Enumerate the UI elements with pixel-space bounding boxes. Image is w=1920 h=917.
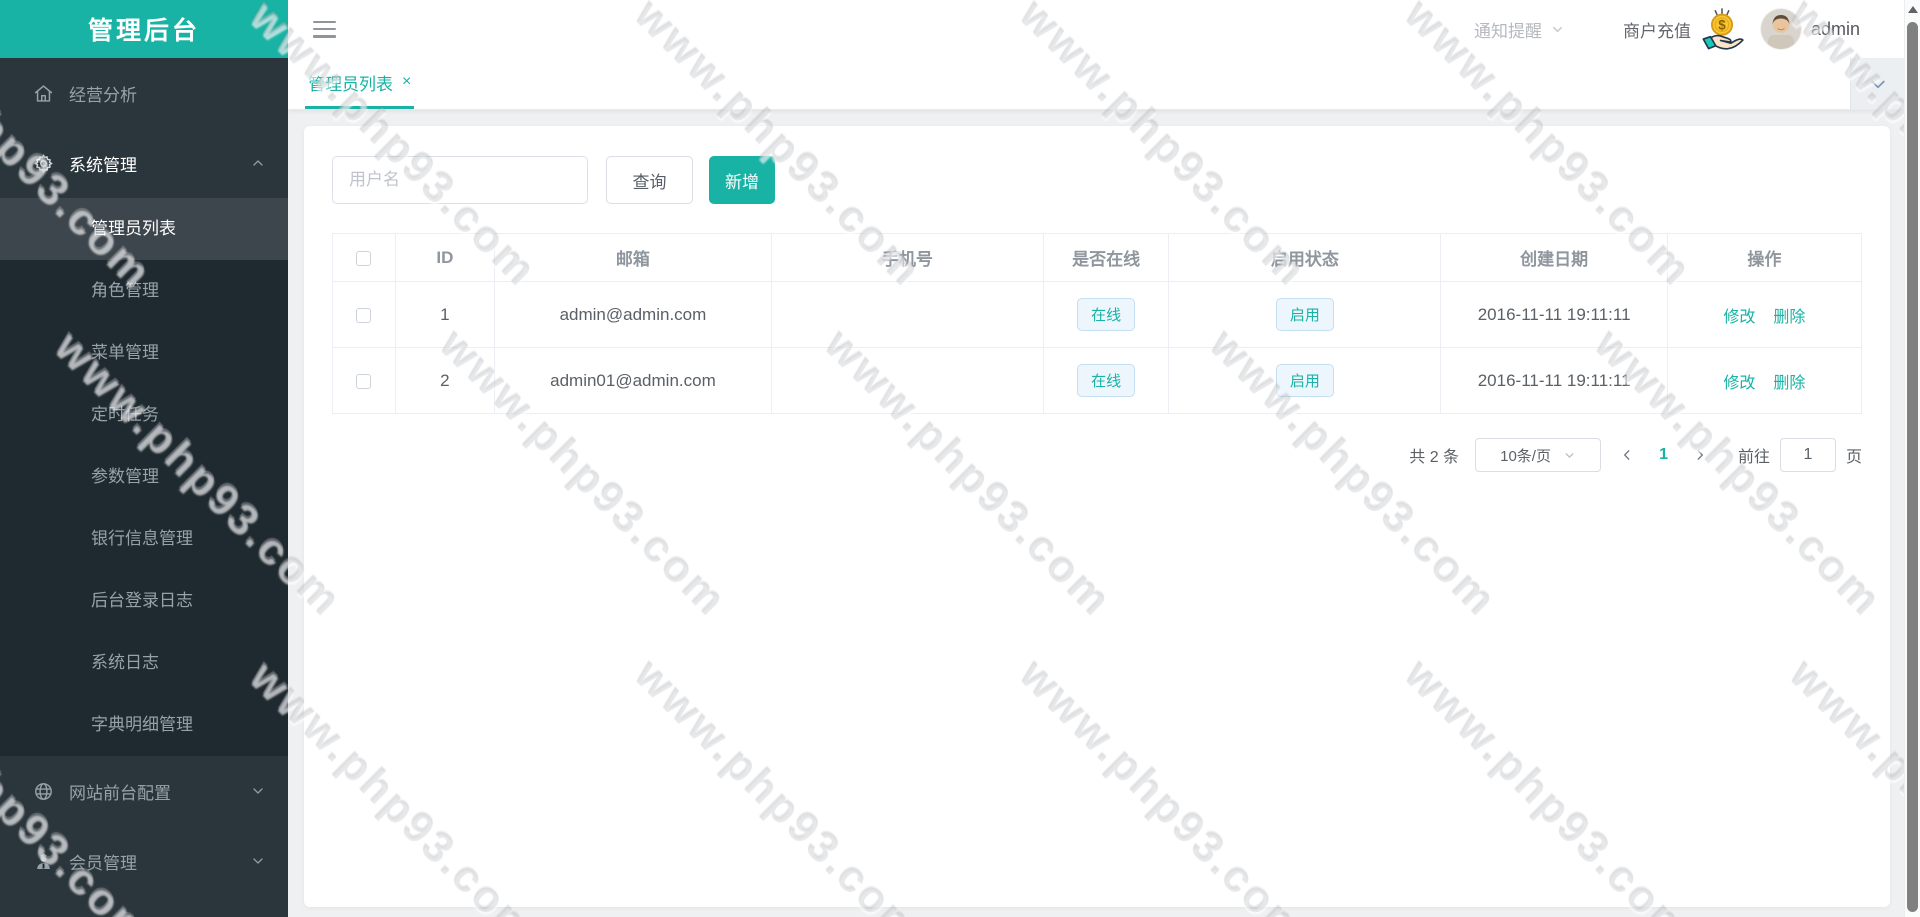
member-icon — [33, 851, 54, 872]
tab-collapse-button[interactable] — [1850, 58, 1904, 109]
page-size-select[interactable]: 10条/页 — [1475, 438, 1602, 472]
username-search-input[interactable] — [332, 156, 588, 204]
delete-link[interactable]: 删除 — [1773, 375, 1805, 392]
cell-phone — [771, 281, 1044, 348]
sidebar-subitem-1[interactable]: 管理员列表 — [0, 198, 288, 260]
chevron-down-icon — [250, 853, 266, 869]
select-all-checkbox[interactable] — [356, 250, 372, 266]
page-size-label: 10条/页 — [1500, 447, 1551, 465]
total-count-label: 共 2 条 — [1409, 449, 1460, 466]
main-area: 通知提醒 商户充值 $ admin 管理员列表 × 用户名 查询 新增 ID 邮… — [288, 0, 1904, 917]
status-badge: 启用 — [1275, 298, 1334, 331]
current-page-button[interactable]: 1 — [1647, 446, 1680, 464]
cell-created: 2016-11-11 19:11:11 — [1440, 281, 1668, 348]
goto-label: 前往 — [1737, 449, 1770, 466]
header-created: 创建日期 — [1440, 233, 1668, 282]
sidebar-subitem-9[interactable]: 字典明细管理 — [0, 694, 288, 756]
cell-created: 2016-11-11 19:11:11 — [1440, 347, 1668, 414]
sidebar-item-system-management[interactable]: 系统管理 — [0, 128, 288, 198]
scroll-up-arrow-icon[interactable] — [1908, 6, 1918, 13]
status-badge: 启用 — [1275, 364, 1334, 397]
cell-id: 2 — [395, 347, 496, 414]
scrollbar[interactable] — [1904, 0, 1920, 917]
table-row: 2 admin01@admin.com 在线 启用 2016-11-11 19:11:1… — [332, 347, 1863, 414]
edit-link[interactable]: 修改 — [1723, 375, 1755, 392]
header-online: 是否在线 — [1043, 233, 1170, 282]
avatar[interactable] — [1760, 9, 1801, 49]
tab-bar: 管理员列表 × — [288, 58, 1904, 110]
chevron-down-icon — [1550, 22, 1565, 37]
sidebar-item-label: 会员管理 — [69, 853, 137, 873]
chevron-down-icon — [250, 783, 266, 799]
gear-icon — [33, 153, 54, 174]
prev-page-icon[interactable] — [1607, 448, 1647, 462]
table-row: 1 admin@admin.com 在线 启用 2016-11-11 19:11:11 修… — [332, 281, 1863, 348]
add-button[interactable]: 新增 — [709, 156, 775, 204]
sidebar-item-business-analysis[interactable]: 经营分析 — [0, 58, 288, 128]
home-icon — [33, 83, 54, 104]
admin-list-card: 查询 新增 ID 邮箱 手机号 是否在线 启用状态 创建日期 — [304, 126, 1890, 907]
cell-phone — [771, 347, 1044, 414]
sidebar-item-member-management[interactable]: 会员管理 — [0, 826, 288, 896]
sidebar-item-website-config[interactable]: 网站前台配置 — [0, 756, 288, 826]
header-id: ID — [395, 233, 496, 282]
tab-label: 管理员列表 — [308, 74, 393, 94]
app-title: 管理后台 — [0, 0, 288, 58]
tab-admin-list[interactable]: 管理员列表 × — [305, 58, 415, 109]
admin-table: ID 邮箱 手机号 是否在线 启用状态 创建日期 操作 1 admin@admin… — [332, 233, 1863, 414]
sidebar-item-label: 系统管理 — [69, 155, 137, 175]
sidebar-item-label: 经营分析 — [69, 85, 137, 105]
online-badge: 在线 — [1077, 298, 1136, 331]
row-checkbox[interactable] — [356, 307, 372, 323]
query-button[interactable]: 查询 — [606, 156, 693, 204]
sidebar-submenu: 管理员列表 角色管理 菜单管理 定时任务 参数管理 银行信息管理 后台登录日志 系统日志 字典明… — [0, 198, 288, 756]
sidebar-subitem-3[interactable]: 菜单管理 — [0, 322, 288, 384]
table-header-row: ID 邮箱 手机号 是否在线 启用状态 创建日期 操作 — [332, 233, 1863, 282]
next-page-icon[interactable] — [1680, 448, 1720, 462]
scrollbar-thumb[interactable] — [1907, 22, 1918, 912]
sidebar-subitem-6[interactable]: 银行信息管理 — [0, 508, 288, 570]
globe-icon — [33, 781, 54, 802]
page-unit-label: 页 — [1845, 449, 1862, 466]
top-navbar: 通知提醒 商户充值 $ admin — [288, 0, 1904, 58]
goto-page-input[interactable] — [1779, 438, 1836, 472]
search-toolbar: 查询 新增 — [332, 156, 1862, 204]
sidebar-toggle-icon[interactable] — [313, 20, 336, 38]
header-email: 邮箱 — [494, 233, 772, 282]
cell-id: 1 — [395, 281, 496, 348]
delete-link[interactable]: 删除 — [1773, 309, 1805, 326]
close-icon[interactable]: × — [402, 74, 411, 90]
header-actions: 操作 — [1667, 233, 1863, 282]
sidebar-subitem-8[interactable]: 系统日志 — [0, 632, 288, 694]
notifications-label: 通知提醒 — [1473, 21, 1542, 41]
chevron-up-icon — [250, 155, 266, 171]
row-checkbox[interactable] — [356, 373, 372, 389]
online-badge: 在线 — [1077, 364, 1136, 397]
username-label[interactable]: admin — [1811, 19, 1860, 40]
notifications-dropdown[interactable]: 通知提醒 — [1474, 17, 1565, 42]
cell-email: admin01@admin.com — [494, 347, 772, 414]
coin-in-hand-icon: $ — [1702, 8, 1744, 50]
sidebar-subitem-7[interactable]: 后台登录日志 — [0, 570, 288, 632]
header-phone: 手机号 — [771, 233, 1044, 282]
svg-text:$: $ — [1718, 18, 1726, 33]
sidebar-subitem-2[interactable]: 角色管理 — [0, 260, 288, 322]
chevron-down-icon — [1563, 449, 1576, 462]
sidebar-subitem-4[interactable]: 定时任务 — [0, 384, 288, 446]
merchant-recharge-button[interactable]: 商户充值 $ — [1623, 6, 1745, 52]
pagination: 共 2 条 10条/页 1 前往 页 — [332, 438, 1862, 472]
edit-link[interactable]: 修改 — [1723, 309, 1755, 326]
content-area: 查询 新增 ID 邮箱 手机号 是否在线 启用状态 创建日期 — [288, 111, 1904, 917]
sidebar-item-label: 网站前台配置 — [69, 783, 171, 803]
cell-email: admin@admin.com — [494, 281, 772, 348]
header-status: 启用状态 — [1168, 233, 1442, 282]
admin-table-body: 1 admin@admin.com 在线 启用 2016-11-11 19:11:11 修… — [332, 281, 1863, 414]
chevron-down-icon — [1870, 80, 1885, 88]
sidebar: 管理后台 经营分析 系统管理 管理员列表 角色管理 菜单管理 定时任务 参数管理 银行信息… — [0, 0, 288, 917]
sidebar-subitem-5[interactable]: 参数管理 — [0, 446, 288, 508]
recharge-label: 商户充值 — [1622, 21, 1691, 41]
